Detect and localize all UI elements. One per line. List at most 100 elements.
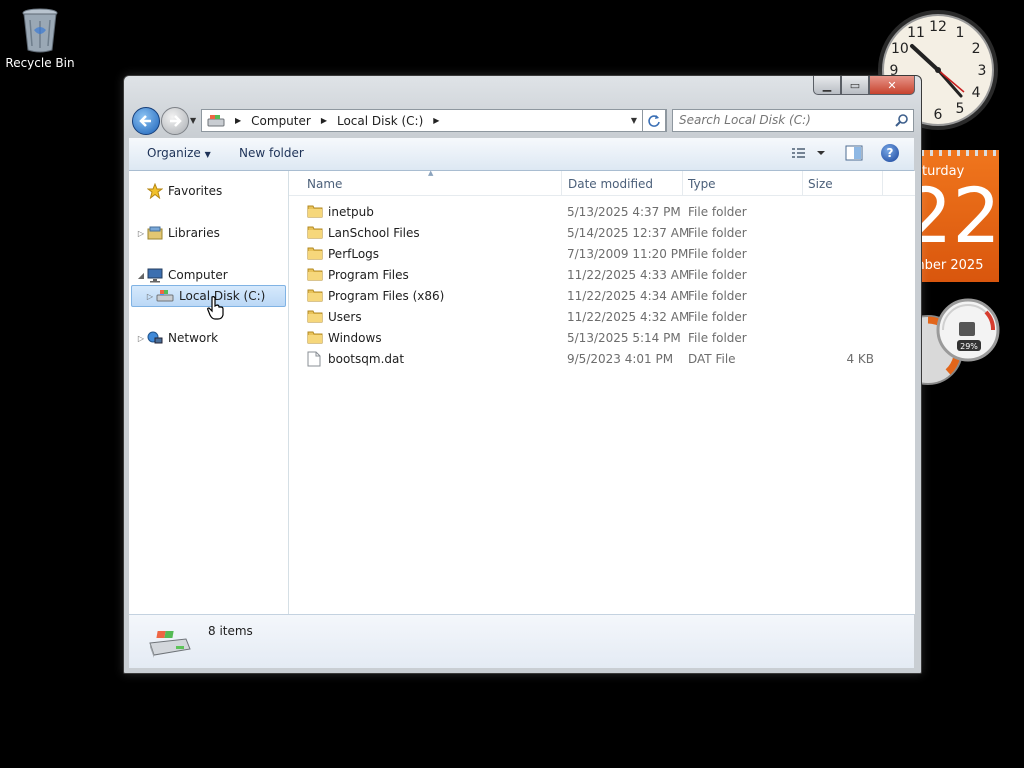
folder-icon	[307, 330, 323, 347]
explorer-window[interactable]: ▁ ▭ ✕ ▼ ▶ Computer ▶ Local Disk (C:) ▶ ▼…	[123, 75, 922, 674]
file-date-modified: 5/13/2025 5:14 PM	[567, 331, 681, 345]
file-date-modified: 11/22/2025 4:32 AM	[567, 310, 690, 324]
organize-menu[interactable]: Organize ▼	[147, 146, 211, 160]
file-type: DAT File	[688, 352, 736, 366]
search-box[interactable]	[672, 109, 914, 132]
folder-icon	[307, 288, 323, 305]
recycle-bin-icon	[22, 8, 58, 53]
nav-computer-label: Computer	[168, 268, 228, 282]
file-date-modified: 7/13/2009 11:20 PM	[567, 247, 689, 261]
nav-network[interactable]: ▷ Network	[135, 328, 218, 348]
column-type[interactable]: Type	[688, 177, 716, 191]
breadcrumb-computer[interactable]: Computer	[246, 114, 316, 128]
search-input[interactable]	[673, 110, 895, 129]
file-row[interactable]: LanSchool Files 5/14/2025 12:37 AM File fo…	[299, 223, 899, 244]
column-name[interactable]: Name	[307, 177, 342, 191]
nav-libraries[interactable]: ▷ Libraries	[135, 223, 220, 243]
file-list[interactable]: Name ▲ Date modified Type Size inetpub 5/…	[289, 169, 915, 614]
recycle-bin-shortcut[interactable]: Recycle Bin	[4, 6, 76, 70]
folder-icon	[307, 246, 323, 263]
column-size[interactable]: Size	[808, 177, 833, 191]
clock-number: 3	[978, 63, 987, 79]
nav-computer[interactable]: ◢ Computer	[135, 265, 228, 285]
file-row[interactable]: Users 11/22/2025 4:32 AM File folder	[299, 307, 899, 328]
clock-number: 12	[929, 19, 947, 35]
file-row[interactable]: Program Files (x86) 11/22/2025 4:34 AM Fil…	[299, 286, 899, 307]
file-type: File folder	[688, 268, 747, 282]
window-controls: ▁ ▭ ✕	[813, 76, 915, 95]
clock-number: 1	[956, 25, 965, 41]
clock-number: 4	[972, 85, 981, 101]
file-date-modified: 5/14/2025 12:37 AM	[567, 226, 690, 240]
file-name: Program Files (x86)	[328, 289, 445, 303]
refresh-button[interactable]	[642, 109, 666, 132]
address-bar[interactable]: ▶ Computer ▶ Local Disk (C:) ▶ ▼	[201, 109, 667, 132]
navigation-pane: Favorites ▷ Libraries ◢ Computer ▷ Local…	[129, 171, 289, 614]
hand-cursor-icon	[207, 296, 224, 320]
nav-network-label: Network	[168, 331, 219, 345]
file-icon	[307, 351, 321, 370]
clock-number: 6	[934, 107, 943, 123]
sort-ascending-icon: ▲	[428, 169, 434, 177]
clock-number: 11	[907, 25, 925, 41]
drive-icon	[149, 631, 191, 658]
nav-libraries-label: Libraries	[168, 226, 220, 240]
folder-icon	[307, 267, 323, 284]
calendar-day-number: 22	[912, 171, 999, 260]
item-count: 8 items	[208, 624, 253, 638]
folder-icon	[307, 225, 323, 242]
file-date-modified: 5/13/2025 4:37 PM	[567, 205, 681, 219]
calendar-gadget[interactable]: aturday 22 mber 2025	[912, 150, 999, 282]
clock-number: 10	[891, 41, 909, 57]
forward-button[interactable]	[161, 107, 189, 135]
breadcrumb-local-disk[interactable]: Local Disk (C:)	[332, 114, 428, 128]
maximize-button[interactable]: ▭	[841, 76, 869, 95]
libraries-icon	[147, 225, 163, 241]
file-row[interactable]: Windows 5/13/2025 5:14 PM File folder	[299, 328, 899, 349]
file-name: inetpub	[328, 205, 374, 219]
arrow-left-icon	[139, 115, 151, 127]
file-row[interactable]: bootsqm.dat 9/5/2023 4:01 PM DAT File 4 KB	[299, 349, 899, 370]
file-size: 4 KB	[846, 352, 874, 366]
folder-icon	[307, 309, 323, 326]
file-type: File folder	[688, 331, 747, 345]
recent-pages-dropdown[interactable]: ▼	[190, 116, 196, 125]
address-history-dropdown[interactable]: ▼	[625, 110, 643, 131]
nav-favorites[interactable]: Favorites	[135, 181, 222, 201]
column-header: Name ▲ Date modified Type Size	[289, 169, 915, 196]
file-type: File folder	[688, 289, 747, 303]
nav-favorites-label: Favorites	[168, 184, 223, 198]
arrow-right-icon	[170, 115, 182, 127]
file-type: File folder	[688, 205, 747, 219]
preview-pane-icon	[845, 145, 863, 161]
close-button[interactable]: ✕	[869, 76, 915, 95]
preview-pane-button[interactable]	[845, 145, 863, 164]
search-icon[interactable]	[895, 113, 909, 127]
file-row[interactable]: inetpub 5/13/2025 4:37 PM File folder	[299, 202, 899, 223]
file-row[interactable]: PerfLogs 7/13/2009 11:20 PM File folder	[299, 244, 899, 265]
breadcrumb-separator[interactable]: ▶	[428, 116, 444, 125]
breadcrumb-separator[interactable]: ▶	[230, 116, 246, 125]
view-list-icon	[792, 148, 825, 158]
file-date-modified: 11/22/2025 4:34 AM	[567, 289, 690, 303]
drive-icon	[156, 289, 174, 303]
file-type: File folder	[688, 247, 747, 261]
file-date-modified: 9/5/2023 4:01 PM	[567, 352, 674, 366]
column-date-modified[interactable]: Date modified	[568, 177, 653, 191]
new-folder-button[interactable]: New folder	[239, 146, 304, 160]
minimize-button[interactable]: ▁	[813, 76, 841, 95]
back-button[interactable]	[132, 107, 160, 135]
details-pane: 8 items	[129, 614, 914, 668]
clock-number: 5	[956, 101, 965, 117]
file-type: File folder	[688, 226, 747, 240]
change-view-button[interactable]	[791, 146, 825, 163]
breadcrumb-separator[interactable]: ▶	[316, 116, 332, 125]
file-name: PerfLogs	[328, 247, 380, 261]
calendar-month-year: mber 2025	[912, 258, 984, 273]
calendar-rings	[912, 150, 999, 156]
command-bar: Organize ▼ New folder ?	[129, 138, 914, 171]
meter-percent: 29%	[960, 342, 978, 351]
cpu-meter-gadget[interactable]: 29%	[908, 298, 1002, 394]
file-row[interactable]: Program Files 11/22/2025 4:33 AM File fold…	[299, 265, 899, 286]
help-button[interactable]: ?	[881, 144, 899, 162]
